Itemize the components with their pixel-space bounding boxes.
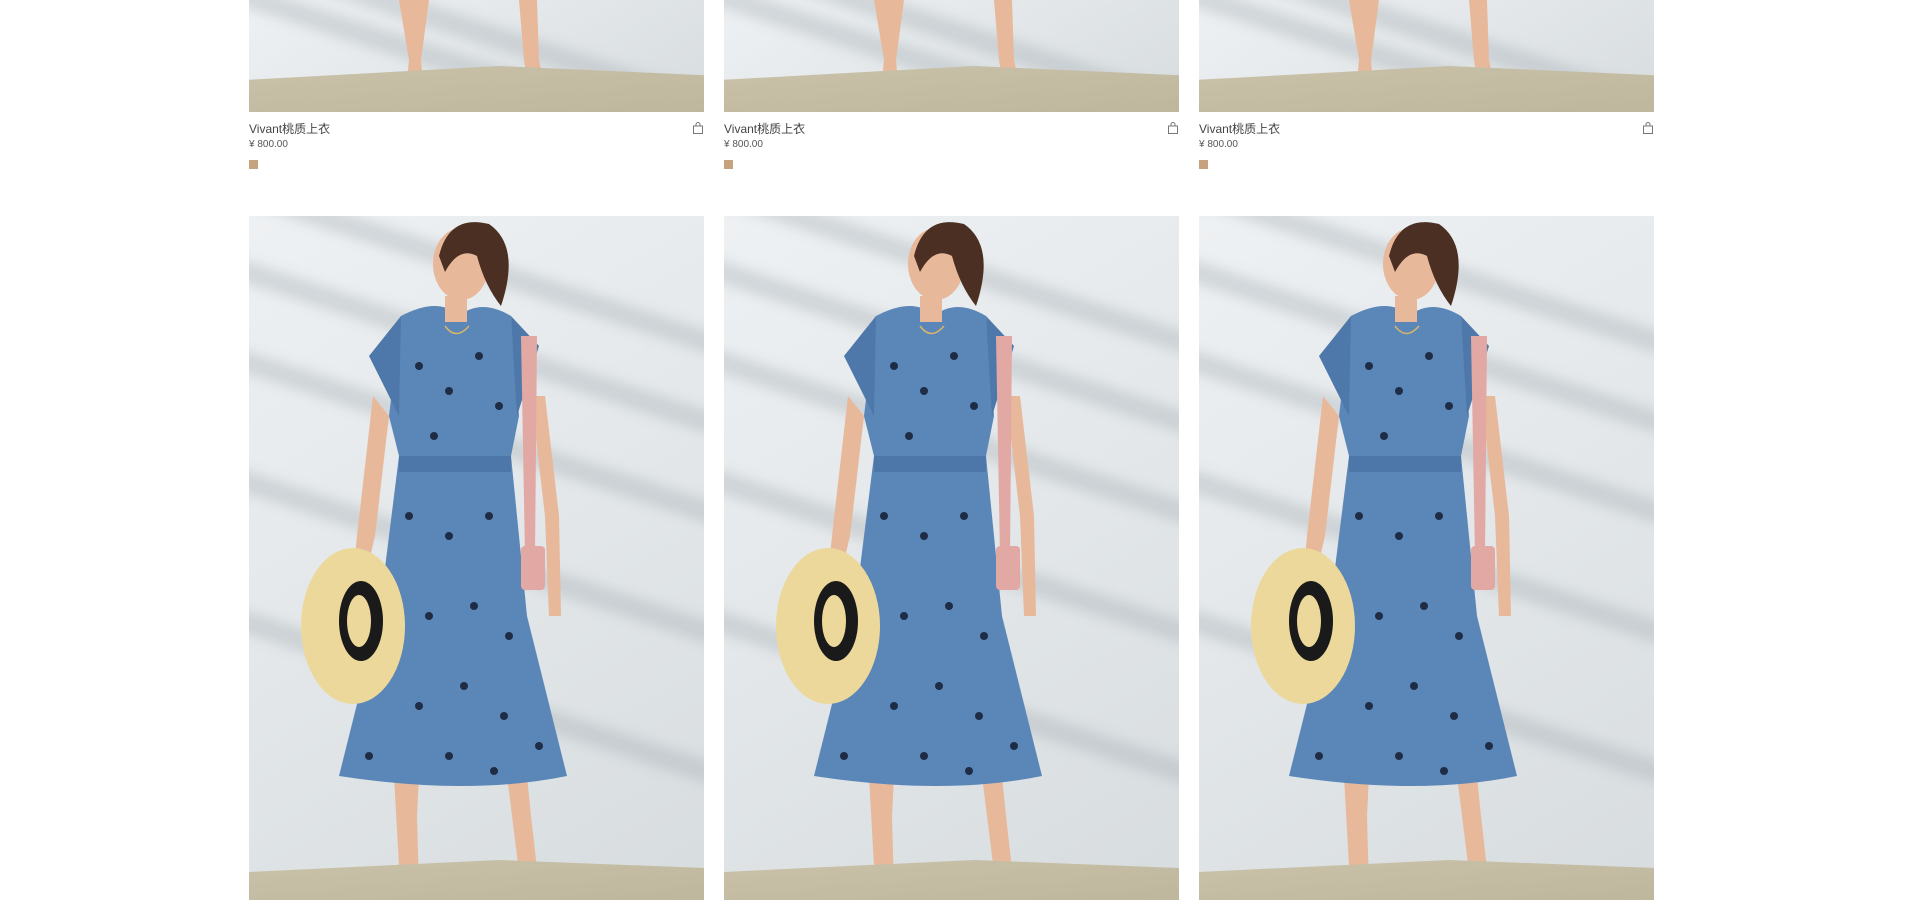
shopping-bag-icon[interactable] [1642, 122, 1654, 134]
product-name[interactable]: Vivant桃质上衣 [1199, 120, 1280, 137]
product-image[interactable] [724, 216, 1179, 900]
color-swatch[interactable] [724, 160, 733, 169]
product-image[interactable] [1199, 216, 1654, 900]
shopping-bag-icon[interactable] [692, 122, 704, 134]
product-price: ¥ 800.00 [1199, 139, 1238, 150]
product-name[interactable]: Vivant桃质上衣 [249, 120, 330, 137]
color-swatch[interactable] [249, 160, 258, 169]
color-swatch[interactable] [1199, 160, 1208, 169]
product-image[interactable] [249, 216, 704, 900]
shopping-bag-icon[interactable] [1167, 122, 1179, 134]
product-image[interactable] [249, 0, 704, 112]
product-price: ¥ 800.00 [724, 139, 763, 150]
product-info: Vivant桃质上衣 ¥ 800.00 [724, 120, 1179, 180]
product-price: ¥ 800.00 [249, 139, 288, 150]
product-info: Vivant桃质上衣 ¥ 800.00 [249, 120, 704, 180]
product-image[interactable] [724, 0, 1179, 112]
product-image[interactable] [1199, 0, 1654, 112]
product-name[interactable]: Vivant桃质上衣 [724, 120, 805, 137]
product-info: Vivant桃质上衣 ¥ 800.00 [1199, 120, 1654, 180]
product-grid-page: Vivant桃质上衣 ¥ 800.00 Vivant桃质上衣 ¥ 800.00 … [0, 0, 1920, 900]
